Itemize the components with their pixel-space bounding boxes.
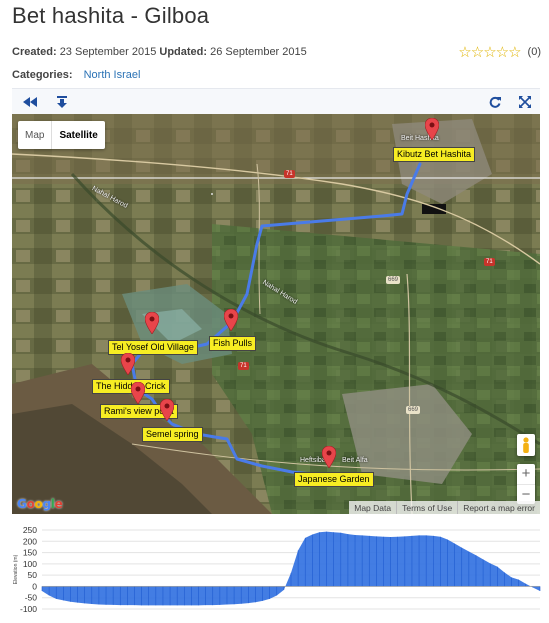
- map-type-map-button[interactable]: Map: [18, 121, 51, 149]
- place-name: Beit Alfa: [342, 457, 368, 464]
- marker-label[interactable]: Semel spring: [142, 427, 203, 442]
- rating-stars[interactable]: ☆☆☆☆☆: [458, 43, 521, 61]
- map-toolbar: [12, 88, 540, 114]
- rewind-button[interactable]: [20, 92, 40, 112]
- road-number-badge: 71: [284, 170, 295, 178]
- rewind-icon: [23, 97, 37, 107]
- refresh-button[interactable]: [485, 92, 505, 112]
- street-view-pegman[interactable]: [517, 434, 535, 456]
- rating-widget[interactable]: ☆☆☆☆☆ (0): [458, 43, 541, 61]
- updated-date: 26 September 2015: [210, 46, 307, 58]
- marker-label[interactable]: Japanese Garden: [294, 472, 374, 487]
- y-tick-label: 250: [23, 525, 37, 535]
- updated-label: Updated:: [159, 46, 208, 58]
- y-tick-label: -50: [25, 593, 38, 603]
- y-axis-label: Elevation (m): [13, 554, 19, 584]
- google-logo[interactable]: Google: [17, 497, 63, 511]
- map-data-link[interactable]: Map Data: [349, 501, 396, 514]
- refresh-icon: [489, 96, 501, 108]
- elevation-area: [42, 531, 540, 606]
- created-date: 23 September 2015: [59, 46, 157, 58]
- category-link[interactable]: North Israel: [84, 69, 141, 81]
- report-error-link[interactable]: Report a map error: [457, 501, 540, 514]
- categories-label: Categories:: [12, 69, 73, 81]
- map-type-control: Map Satellite: [18, 121, 105, 149]
- elevation-chart: 250200 150100500 -50-100 Elevation (m): [13, 525, 541, 614]
- rating-count: (0): [527, 46, 541, 58]
- marker-label[interactable]: Fish Pulls: [209, 336, 257, 351]
- road-number-badge: 71: [484, 258, 495, 266]
- y-tick-label: -100: [20, 604, 37, 614]
- categories-line: Categories: North Israel: [12, 69, 140, 81]
- download-icon: [57, 95, 67, 108]
- map-marker-icon[interactable]: [322, 446, 336, 468]
- dates-line: Created: 23 September 2015 Updated: 26 S…: [12, 46, 307, 58]
- y-tick-label: 200: [23, 536, 37, 546]
- map-marker-icon[interactable]: [425, 118, 439, 140]
- route-line: [130, 162, 422, 478]
- pegman-icon: [523, 437, 529, 453]
- marker-label[interactable]: Kibutz Bet Hashita: [393, 147, 476, 162]
- page-title: Bet hashita - Gilboa: [12, 3, 210, 28]
- y-tick-label: 0: [32, 581, 37, 591]
- zoom-control: + −: [517, 464, 535, 504]
- map-type-satellite-button[interactable]: Satellite: [51, 121, 104, 149]
- y-tick-label: 50: [28, 570, 38, 580]
- zoom-in-button[interactable]: +: [517, 464, 535, 484]
- terms-link[interactable]: Terms of Use: [396, 501, 457, 514]
- download-button[interactable]: [52, 92, 72, 112]
- y-tick-label: 100: [23, 559, 37, 569]
- map-view[interactable]: Beit Hashita Heftsiba Beit Alfa Nahal Ha…: [12, 114, 540, 514]
- map-marker-icon[interactable]: [131, 382, 145, 404]
- fullscreen-icon: [519, 96, 531, 108]
- map-marker-icon[interactable]: [160, 399, 174, 421]
- fullscreen-button[interactable]: [515, 92, 535, 112]
- road-number-badge: 669: [386, 276, 401, 284]
- created-label: Created:: [12, 46, 57, 58]
- y-tick-label: 150: [23, 548, 37, 558]
- map-marker-icon[interactable]: [224, 309, 238, 331]
- road-number-badge: 71: [238, 362, 249, 370]
- map-footer: Map Data Terms of Use Report a map error: [349, 501, 540, 514]
- map-marker-icon[interactable]: [145, 312, 159, 334]
- road-number-badge: 669: [406, 406, 421, 414]
- map-marker-icon[interactable]: [121, 353, 135, 375]
